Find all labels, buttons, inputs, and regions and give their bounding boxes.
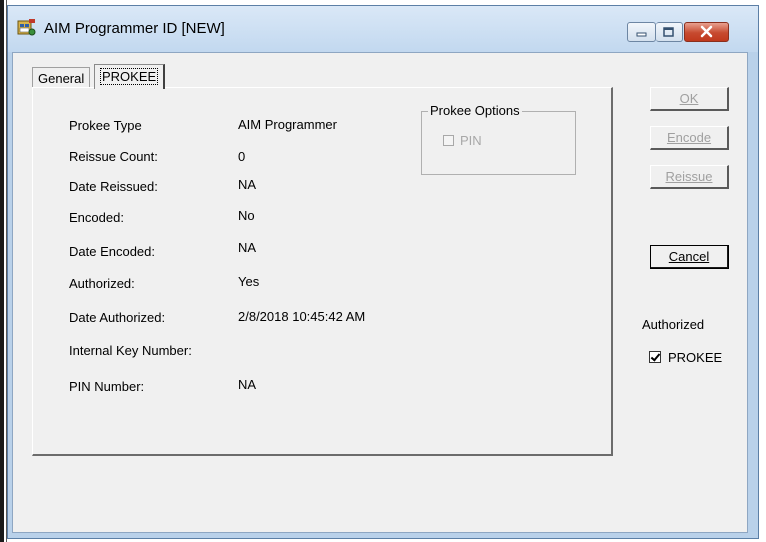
window-edge bbox=[0, 0, 4, 542]
minimize-button[interactable] bbox=[627, 22, 656, 42]
pin-checkbox-box[interactable] bbox=[443, 135, 454, 146]
maximize-button[interactable] bbox=[656, 22, 683, 42]
title-bar[interactable]: AIM Programmer ID [NEW] bbox=[8, 6, 758, 52]
window-title: AIM Programmer ID [NEW] bbox=[44, 20, 225, 37]
ok-button-label: OK bbox=[679, 91, 699, 106]
prokee-options-group: Prokee Options PIN bbox=[421, 103, 576, 175]
close-icon bbox=[700, 25, 713, 38]
pin-checkbox[interactable]: PIN bbox=[443, 133, 482, 148]
tab-general-label: General bbox=[38, 71, 85, 86]
cancel-button-label: Cancel bbox=[668, 249, 710, 264]
prokee-options-title: Prokee Options bbox=[428, 103, 522, 118]
encode-button[interactable]: Encode bbox=[650, 126, 729, 150]
date-authorized-value: 2/8/2018 10:45:42 AM bbox=[238, 309, 366, 324]
prokee-authorized-checkbox[interactable]: PROKEE bbox=[649, 350, 722, 365]
prokee-type-value: AIM Programmer bbox=[238, 117, 337, 132]
cancel-button[interactable]: Cancel bbox=[650, 245, 729, 269]
reissue-count-label: Reissue Count: bbox=[69, 149, 158, 164]
checked-checkbox-icon[interactable] bbox=[649, 351, 661, 363]
tab-prokee[interactable]: PROKEE bbox=[94, 64, 166, 89]
date-authorized-label: Date Authorized: bbox=[69, 310, 166, 325]
date-encoded-value: NA bbox=[238, 240, 257, 255]
reissue-button-label: Reissue bbox=[665, 169, 713, 184]
encode-button-label: Encode bbox=[666, 130, 712, 145]
maximize-icon bbox=[663, 27, 674, 37]
ok-button[interactable]: OK bbox=[650, 87, 729, 111]
authorized-section-title: Authorized bbox=[642, 317, 705, 332]
tab-general[interactable]: General bbox=[32, 67, 91, 87]
encoded-value: No bbox=[238, 208, 255, 223]
encoded-label: Encoded: bbox=[69, 210, 124, 225]
minimize-icon bbox=[636, 32, 647, 37]
pin-number-label: PIN Number: bbox=[69, 379, 145, 394]
prokee-tab-panel: Prokee Type AIM Programmer Reissue Count… bbox=[32, 87, 613, 456]
authorized-label: Authorized: bbox=[69, 276, 135, 291]
prokee-type-label: Prokee Type bbox=[69, 118, 142, 133]
window-bottom-border bbox=[12, 533, 748, 536]
authorized-value: Yes bbox=[238, 274, 260, 289]
date-encoded-label: Date Encoded: bbox=[69, 244, 156, 259]
reissue-button[interactable]: Reissue bbox=[650, 165, 729, 189]
reissue-count-value: 0 bbox=[238, 149, 246, 164]
date-reissued-label: Date Reissued: bbox=[69, 179, 158, 194]
close-button[interactable] bbox=[684, 22, 729, 42]
pin-checkbox-label: PIN bbox=[460, 133, 482, 148]
dialog-client-area: General PROKEE Prokee Type AIM Programme… bbox=[12, 52, 748, 533]
pin-number-value: NA bbox=[238, 377, 257, 392]
keys-app-icon bbox=[17, 19, 36, 36]
date-reissued-value: NA bbox=[238, 177, 257, 192]
internal-key-number-label: Internal Key Number: bbox=[69, 343, 192, 358]
tab-prokee-label: PROKEE bbox=[100, 68, 159, 85]
aim-programmer-dialog: AIM Programmer ID [NEW] General PROKEE P… bbox=[7, 5, 759, 539]
prokee-authorized-label: PROKEE bbox=[668, 350, 723, 365]
